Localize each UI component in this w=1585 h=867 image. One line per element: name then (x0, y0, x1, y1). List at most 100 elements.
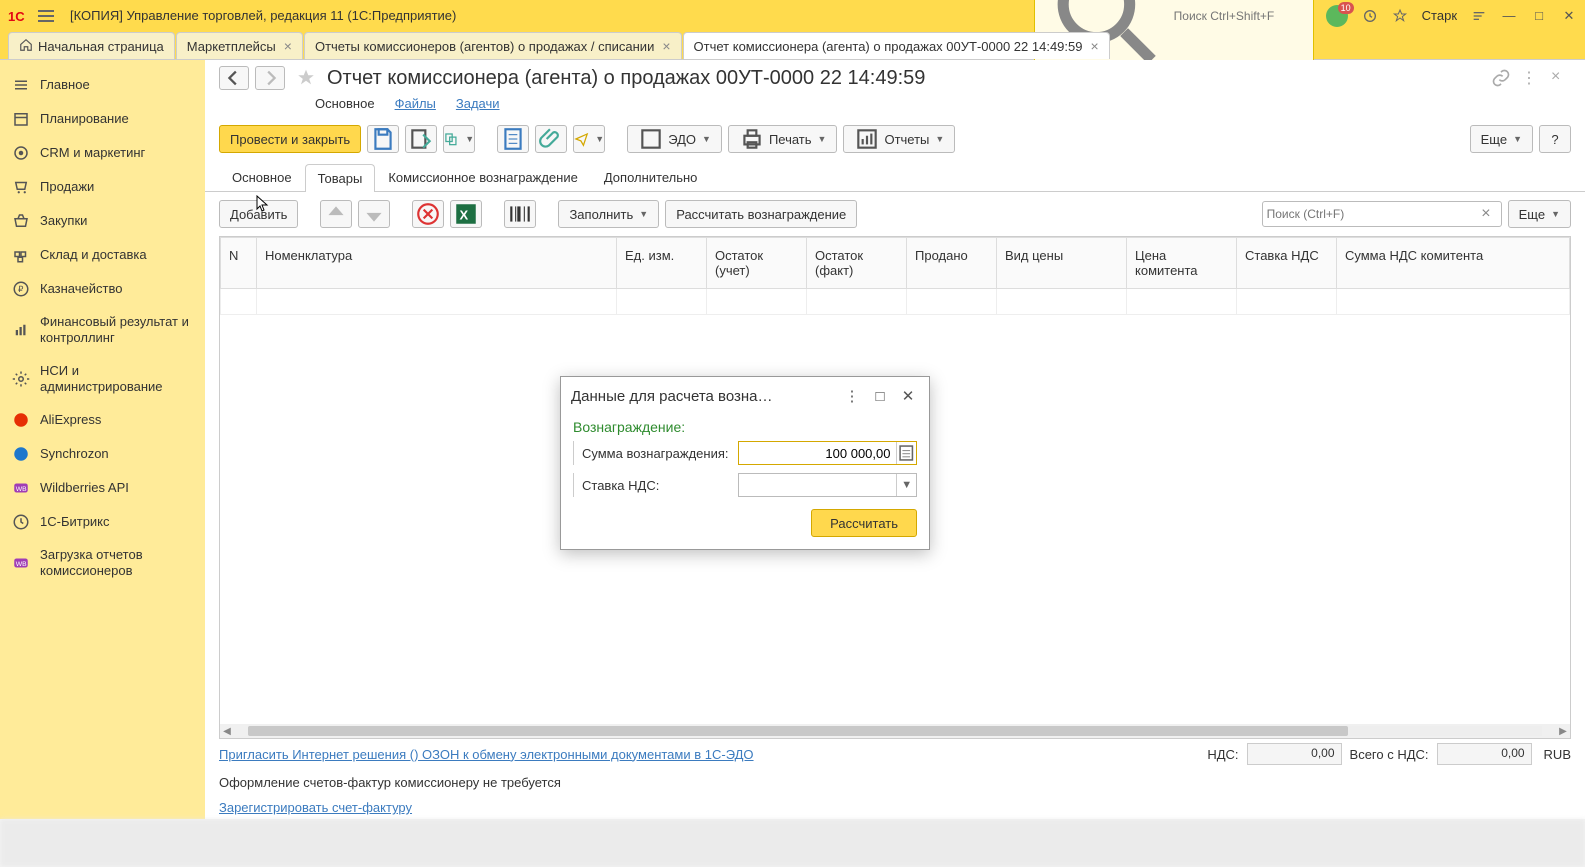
info-link-files[interactable]: Файлы (395, 96, 436, 111)
tab-marketplaces[interactable]: Маркетплейсы × (176, 32, 303, 59)
mouse-cursor-icon (256, 195, 270, 213)
col-vat-rate[interactable]: Ставка НДС (1237, 238, 1337, 289)
favorites-icon[interactable] (1392, 8, 1408, 24)
tab-document[interactable]: Отчет комиссионера (агента) о продажах 0… (683, 32, 1110, 59)
based-on-button[interactable]: ▼ (443, 125, 475, 153)
save-button[interactable] (367, 125, 399, 153)
table-search-input[interactable] (1267, 207, 1476, 221)
sidebar-item-warehouse[interactable]: Склад и доставка (0, 238, 205, 272)
col-n[interactable]: N (221, 238, 257, 289)
more-button[interactable]: Еще▼ (1470, 125, 1533, 153)
notifications-badge-icon[interactable] (1326, 5, 1348, 27)
print-button[interactable]: Печать▼ (728, 125, 838, 153)
sum-input[interactable] (739, 446, 896, 461)
table-more-button[interactable]: Еще▼ (1508, 200, 1571, 228)
delete-row-button[interactable] (412, 200, 444, 228)
document-title: Отчет комиссионера (агента) о продажах 0… (327, 67, 1485, 90)
currency: RUB (1544, 747, 1571, 762)
attach-button[interactable] (535, 125, 567, 153)
send-button[interactable]: ▼ (573, 125, 605, 153)
edo-button[interactable]: ЭДО▼ (627, 125, 722, 153)
col-committor-price[interactable]: Цена комитента (1127, 238, 1237, 289)
user-name[interactable]: Старк (1422, 8, 1457, 23)
col-stock-acc[interactable]: Остаток (учет) (707, 238, 807, 289)
col-unit[interactable]: Ед. изм. (617, 238, 707, 289)
col-stock-fact[interactable]: Остаток (факт) (807, 238, 907, 289)
calculator-icon[interactable] (896, 442, 916, 464)
sidebar-item-planning[interactable]: Планирование (0, 102, 205, 136)
subtab-main[interactable]: Основное (219, 163, 305, 191)
sidebar-item-load-reports[interactable]: WB Загрузка отчетов комиссионеров (0, 539, 205, 588)
sidebar-item-admin[interactable]: НСИ и администрирование (0, 355, 205, 404)
table-search[interactable]: × (1262, 201, 1502, 227)
search-clear-icon[interactable]: × (1475, 205, 1496, 223)
history-icon[interactable] (1362, 8, 1378, 24)
sidebar-item-synchrozon[interactable]: Synchrozon (0, 437, 205, 471)
invite-edo-link[interactable]: Пригласить Интернет решения () ОЗОН к об… (219, 747, 754, 762)
document-button[interactable] (497, 125, 529, 153)
sidebar-item-wildberries[interactable]: WB Wildberries API (0, 471, 205, 505)
favorite-star-icon[interactable] (295, 67, 317, 89)
link-icon[interactable] (1491, 68, 1511, 88)
goods-toolbar: Добавить X Заполнить▼ Рассчитать вознагр… (205, 192, 1585, 236)
tab-commissioner-reports[interactable]: Отчеты комиссионеров (агентов) о продажа… (304, 32, 682, 59)
col-nomenclature[interactable]: Номенклатура (257, 238, 617, 289)
info-link-main[interactable]: Основное (315, 96, 375, 111)
help-button[interactable]: ? (1539, 125, 1571, 153)
vat-input[interactable] (739, 478, 896, 493)
tab-close-icon[interactable]: × (284, 38, 292, 54)
calc-commission-button[interactable]: Рассчитать вознаграждение (665, 200, 857, 228)
table-row[interactable] (221, 289, 1570, 315)
sidebar-item-aliexpress[interactable]: AliExpress (0, 403, 205, 437)
nav-back-button[interactable] (219, 66, 249, 90)
dialog-close-icon[interactable]: ✕ (897, 385, 919, 407)
subtab-commission[interactable]: Комиссионное вознаграждение (375, 163, 591, 191)
close-icon[interactable]: × (1551, 68, 1571, 88)
dialog-more-icon[interactable]: ⋮ (841, 385, 863, 407)
sidebar-item-finance[interactable]: Финансовый результат и контроллинг (0, 306, 205, 355)
scroll-thumb[interactable] (248, 726, 1348, 736)
post-button[interactable] (405, 125, 437, 153)
post-and-close-button[interactable]: Провести и закрыть (219, 125, 361, 153)
invoice-message: Оформление счетов-фактур комиссионеру не… (205, 769, 1585, 796)
scroll-left-icon[interactable]: ◀ (220, 726, 234, 737)
sidebar-item-crm[interactable]: CRM и маркетинг (0, 136, 205, 170)
sidebar-item-purchases[interactable]: Закупки (0, 204, 205, 238)
global-search-input[interactable] (1174, 9, 1307, 23)
nav-forward-button[interactable] (255, 66, 285, 90)
tabbar: Начальная страница Маркетплейсы × Отчеты… (0, 31, 1585, 60)
sidebar-item-bitrix[interactable]: 1С-Битрикс (0, 505, 205, 539)
window-minimize-icon[interactable]: — (1501, 8, 1517, 24)
section-label: Вознаграждение: (573, 419, 917, 435)
tab-close-icon[interactable]: × (1090, 38, 1098, 54)
barcode-button[interactable] (504, 200, 536, 228)
scroll-right-icon[interactable]: ▶ (1556, 726, 1570, 737)
window-close-icon[interactable]: ✕ (1561, 8, 1577, 24)
more-vertical-icon[interactable]: ⋮ (1521, 68, 1541, 88)
sidebar-item-treasury[interactable]: ₽ Казначейство (0, 272, 205, 306)
dialog-maximize-icon[interactable]: □ (869, 385, 891, 407)
tab-home[interactable]: Начальная страница (8, 32, 175, 59)
tab-close-icon[interactable]: × (662, 38, 670, 54)
col-price-type[interactable]: Вид цены (997, 238, 1127, 289)
window-maximize-icon[interactable]: □ (1531, 8, 1547, 24)
main-menu-icon[interactable] (34, 4, 58, 28)
col-committor-vat-sum[interactable]: Сумма НДС комитента (1337, 238, 1570, 289)
calculate-button[interactable]: Рассчитать (811, 509, 917, 537)
dropdown-icon[interactable]: ▼ (896, 474, 916, 496)
subtab-goods[interactable]: Товары (305, 164, 376, 192)
settings-menu-icon[interactable] (1471, 8, 1487, 24)
fill-button[interactable]: Заполнить▼ (558, 200, 659, 228)
register-invoice-link[interactable]: Зарегистрировать счет-фактуру (219, 800, 412, 815)
subtab-extra[interactable]: Дополнительно (591, 163, 711, 191)
excel-button[interactable]: X (450, 200, 482, 228)
toolbar: Провести и закрыть ▼ ▼ ЭДО▼ Печать▼ Отче… (205, 121, 1585, 157)
reports-button[interactable]: Отчеты▼ (843, 125, 955, 153)
move-down-button[interactable] (358, 200, 390, 228)
horizontal-scrollbar[interactable]: ◀ ▶ (220, 724, 1570, 738)
col-sold[interactable]: Продано (907, 238, 997, 289)
info-link-tasks[interactable]: Задачи (456, 96, 500, 111)
sidebar-item-sales[interactable]: Продажи (0, 170, 205, 204)
move-up-button[interactable] (320, 200, 352, 228)
sidebar-item-main[interactable]: Главное (0, 68, 205, 102)
